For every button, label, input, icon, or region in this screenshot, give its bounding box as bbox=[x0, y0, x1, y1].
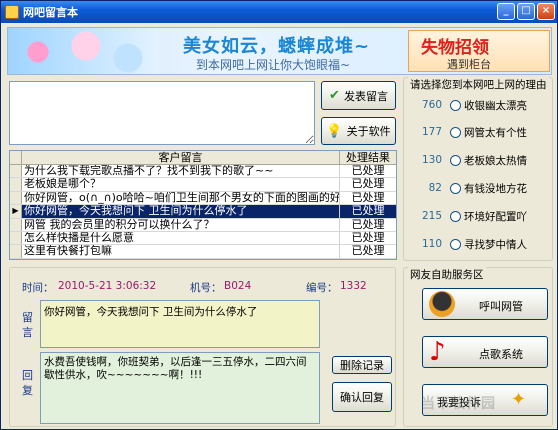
reason-label: 有钱没地方花 bbox=[464, 182, 527, 195]
row-status: 已处理 bbox=[351, 190, 385, 204]
row-message: 老板娘是哪个？ bbox=[22, 178, 340, 191]
number-value: 1332 bbox=[340, 280, 367, 292]
reason-option[interactable]: 130 老板娘太热情 bbox=[410, 153, 550, 167]
row-status: 已处理 bbox=[351, 177, 385, 191]
reply-side-label: 回复 bbox=[22, 369, 33, 397]
mascot-icon bbox=[429, 291, 455, 317]
time-value: 2010-5-21 3:06:32 bbox=[58, 280, 157, 292]
reason-group-title: 请选择您到本网吧上网的理由 bbox=[408, 77, 549, 92]
reply-input[interactable]: 水费吾使钱啊，你班契弟，以后逢一三五停水，二四六间歇性供水，吹~~~~~~~啊！… bbox=[40, 352, 320, 424]
reason-count: 130 bbox=[421, 154, 442, 166]
table-row[interactable]: 这里有快餐打包嘛 已处理 bbox=[10, 244, 396, 259]
time-label: 时间： bbox=[22, 282, 54, 294]
window-controls: _ □ × bbox=[497, 3, 555, 20]
message-side-label: 留言 bbox=[22, 311, 33, 339]
row-status: 已处理 bbox=[351, 244, 385, 258]
row-message: 网管 我的会员里的积分可以换什么了？ bbox=[22, 218, 340, 231]
row-message: 你好网管，o(∩_∩)o哈哈~咱们卫生间那个男女的下面的图画的好好玩 bbox=[24, 191, 340, 205]
reason-option[interactable]: 177 网管太有个性 bbox=[410, 125, 550, 139]
radio-button[interactable] bbox=[450, 99, 461, 111]
title-bar[interactable]: 网吧留言本 _ □ × bbox=[1, 1, 557, 23]
minimize-icon[interactable]: _ bbox=[497, 3, 515, 20]
ad-subtitle: 遇到柜台 bbox=[447, 58, 491, 71]
confirm-reply-button[interactable]: 确认回复 bbox=[332, 382, 392, 412]
close-icon[interactable]: × bbox=[537, 3, 555, 20]
reason-label: 寻找梦中情人 bbox=[464, 238, 527, 251]
table-row-selected[interactable]: ▶ 你好网管，今天我想问下 卫生间为什么停水了 已处理 bbox=[10, 204, 396, 219]
row-status: 已处理 bbox=[351, 164, 385, 177]
music-note-icon: ♪ bbox=[429, 337, 446, 367]
banner: 美女如云，蟋蟀成堆~ 到本网吧上网让你大饱眼福~ 失物招领 遇到柜台 bbox=[7, 27, 552, 75]
maximize-icon[interactable]: □ bbox=[517, 3, 535, 20]
radio-button[interactable] bbox=[450, 182, 461, 194]
radio-button[interactable] bbox=[450, 126, 461, 138]
post-message-label: 发表留言 bbox=[343, 89, 388, 103]
banner-headline: 美女如云，蟋蟀成堆~ bbox=[183, 36, 371, 57]
delete-record-button[interactable]: 删除记录 bbox=[332, 356, 392, 374]
window-title: 网吧留言本 bbox=[23, 6, 78, 19]
row-status: 已处理 bbox=[351, 217, 385, 231]
song-request-button[interactable]: ♪ 点歌系统 bbox=[422, 336, 548, 368]
radio-button[interactable] bbox=[450, 210, 461, 222]
header-status[interactable]: 处理结果 bbox=[340, 151, 396, 164]
app-window: 网吧留言本 _ □ × 美女如云，蟋蟀成堆~ 到本网吧上网让你大饱眼福~ 失物招… bbox=[0, 0, 558, 430]
reason-label: 环境好配置吖 bbox=[464, 210, 527, 223]
row-message: 为什么我下载完歌点播不了？找不到我下的歌了~~ bbox=[22, 165, 340, 178]
reason-count: 177 bbox=[421, 126, 442, 138]
call-admin-label: 呼叫网管 bbox=[479, 300, 523, 313]
message-table: 客户留言 处理结果 为什么我下载完歌点播不了？找不到我下的歌了~~ 已处理 老板娘… bbox=[9, 150, 397, 260]
ad-title: 失物招领 bbox=[421, 38, 489, 58]
reason-group: 请选择您到本网吧上网的理由 760 收银幽太漂亮 177 网管太有个性 130 老板娘… bbox=[403, 77, 553, 261]
row-message: 这里有快餐打包嘛 bbox=[22, 245, 340, 258]
reason-option[interactable]: 110 寻找梦中情人 bbox=[410, 237, 550, 251]
about-button[interactable]: 💡 关于软件 bbox=[321, 117, 396, 145]
row-message: 怎么样快播是什么愿意 bbox=[22, 231, 340, 245]
lightbulb-icon: 💡 bbox=[326, 123, 343, 139]
reason-option[interactable]: 760 收银幽太漂亮 bbox=[410, 98, 550, 112]
reason-count: 760 bbox=[421, 99, 442, 111]
reason-label: 老板娘太热情 bbox=[464, 154, 527, 167]
watermark: 当下软件园 bbox=[421, 396, 496, 412]
row-status: 已处理 bbox=[340, 204, 396, 218]
radio-button[interactable] bbox=[450, 238, 461, 250]
detail-panel: 时间： 2010-5-21 3:06:32 机号： B024 编号： 1332 … bbox=[9, 267, 396, 427]
number-label: 编号： bbox=[306, 282, 338, 294]
about-label: 关于软件 bbox=[346, 125, 391, 138]
service-title: 网友自助服务区 bbox=[408, 267, 486, 282]
check-icon: ✔ bbox=[329, 88, 340, 103]
machine-label: 机号： bbox=[190, 282, 222, 294]
reason-label: 收银幽太漂亮 bbox=[464, 99, 527, 112]
app-icon bbox=[5, 5, 19, 19]
message-view[interactable]: 你好网管，今天我想问下 卫生间为什么停水了 bbox=[40, 300, 320, 348]
banner-decoration-image bbox=[8, 28, 158, 74]
sparkle-icon: ✦ bbox=[511, 389, 527, 410]
machine-value: B024 bbox=[224, 280, 252, 292]
song-request-label: 点歌系统 bbox=[479, 348, 523, 361]
radio-button[interactable] bbox=[450, 154, 461, 166]
row-status: 已处理 bbox=[351, 230, 385, 244]
header-message[interactable]: 客户留言 bbox=[22, 151, 340, 164]
post-message-button[interactable]: ✔ 发表留言 bbox=[321, 81, 396, 110]
row-message: 你好网管，今天我想问下 卫生间为什么停水了 bbox=[22, 205, 340, 218]
table-row[interactable]: 怎么样快播是什么愿意 已处理 bbox=[10, 230, 396, 246]
reason-option[interactable]: 215 环境好配置吖 bbox=[410, 209, 550, 223]
table-row[interactable]: 网管 我的会员里的积分可以换什么了？ 已处理 bbox=[10, 217, 396, 232]
reason-count: 110 bbox=[421, 238, 442, 250]
banner-subline: 到本网吧上网让你大饱眼福~ bbox=[196, 58, 351, 72]
row-pointer-icon: ▶ bbox=[10, 205, 22, 218]
reason-label: 网管太有个性 bbox=[464, 126, 527, 139]
call-admin-button[interactable]: 呼叫网管 bbox=[422, 288, 548, 320]
reason-count: 215 bbox=[421, 210, 442, 222]
table-row[interactable]: 你好网管，o(∩_∩)o哈哈~咱们卫生间那个男女的下面的图画的好好玩 已处理 bbox=[10, 190, 396, 206]
table-header: 客户留言 处理结果 bbox=[10, 151, 396, 165]
reason-count: 82 bbox=[428, 182, 442, 194]
reason-option[interactable]: 82 有钱没地方花 bbox=[410, 181, 550, 195]
banner-ad[interactable]: 失物招领 遇到柜台 bbox=[408, 30, 550, 72]
table-row[interactable]: 为什么我下载完歌点播不了？找不到我下的歌了~~ 已处理 bbox=[10, 164, 396, 179]
table-row[interactable]: 老板娘是哪个？ 已处理 bbox=[10, 177, 396, 192]
message-input[interactable] bbox=[9, 81, 315, 145]
